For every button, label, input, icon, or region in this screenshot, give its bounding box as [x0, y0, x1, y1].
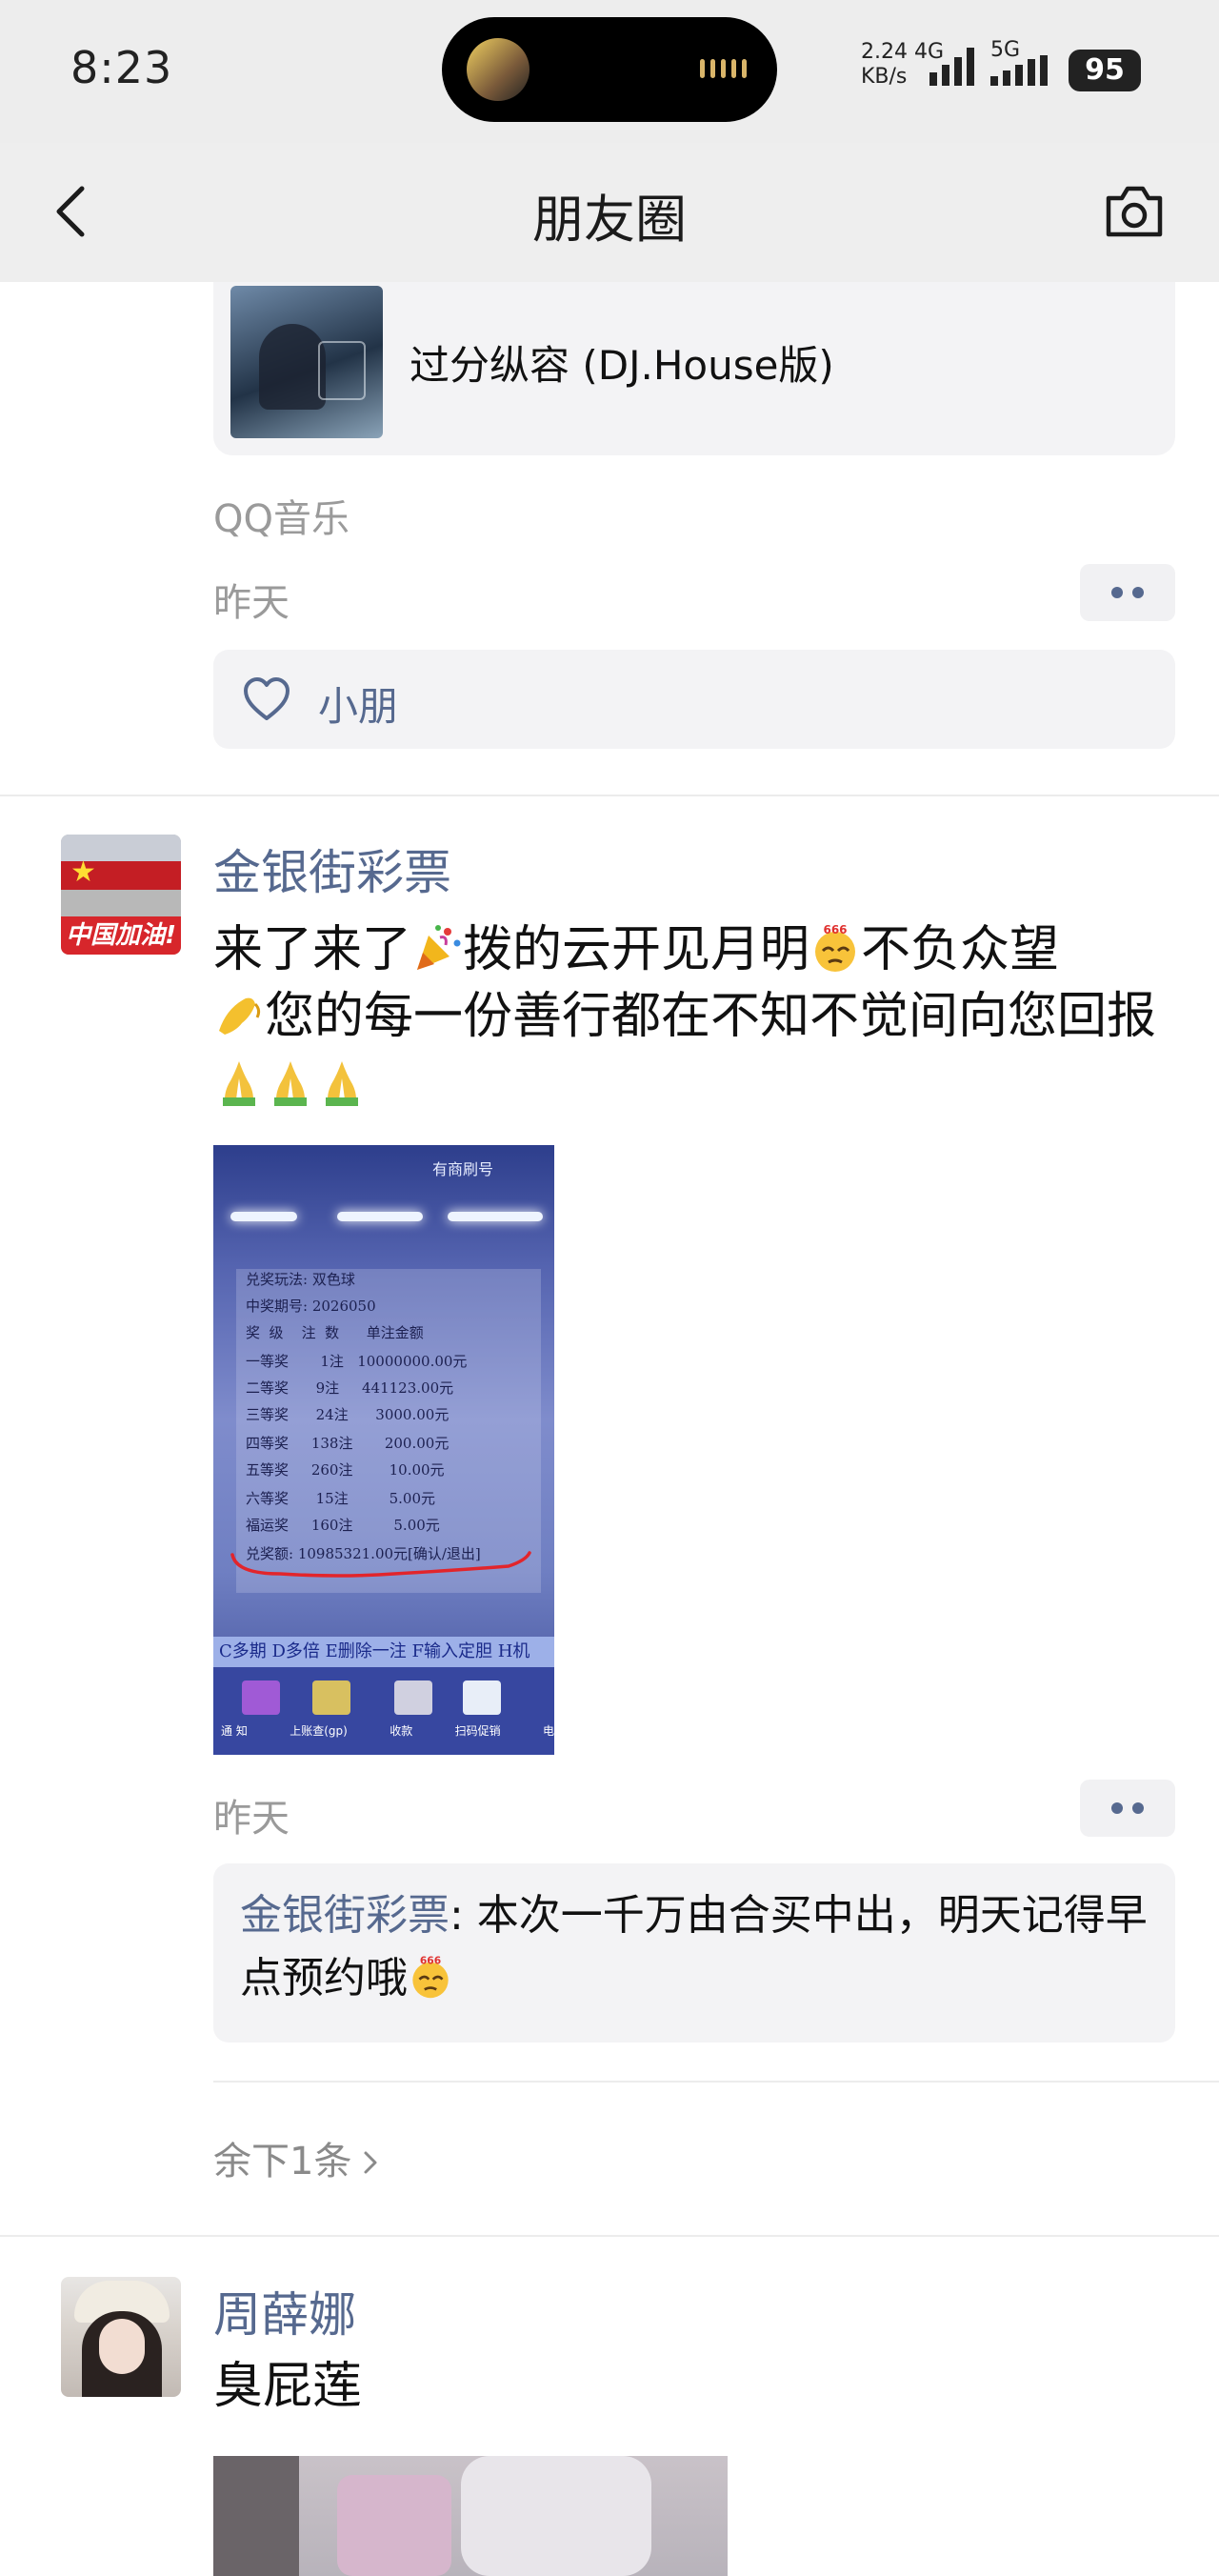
post-text-part1: 来了来了 — [213, 921, 412, 978]
comment-item[interactable]: 金银街彩票: 本次一千万由合买中出，明天记得早点预约哦 666 — [240, 1884, 1164, 2010]
music-title: 过分纵容 (DJ.House版) — [410, 342, 834, 389]
red-underline-mark — [230, 1551, 531, 1578]
prize-row: 一等奖 1注 10000000.00元 — [246, 1353, 468, 1370]
party-popper-emoji-icon — [417, 925, 461, 970]
svg-text:666: 666 — [420, 1955, 441, 1967]
dynamic-island[interactable] — [442, 17, 777, 122]
praying-hands-emoji-icon — [223, 1061, 255, 1106]
post-author-name[interactable]: 金银街彩票 — [213, 835, 451, 903]
post-author-name[interactable]: 周薛娜 — [213, 2277, 356, 2345]
photo-tile-label: 收款 — [390, 1724, 413, 1738]
nav-bar: 朋友圈 — [0, 143, 1219, 282]
post-photo[interactable]: 有商刷号 兑奖玩法: 双色球 中奖期号: 2026050 奖 级 注 数 单注金… — [213, 1145, 554, 1755]
prize-row: 三等奖 24注 3000.00元 — [246, 1406, 450, 1423]
comment-divider — [213, 2081, 1219, 2083]
prize-row: 六等奖 15注 5.00元 — [246, 1490, 436, 1507]
prize-table: 兑奖玩法: 双色球 中奖期号: 2026050 奖 级 注 数 单注金额 一等奖… — [236, 1269, 541, 1593]
camera-icon[interactable] — [1101, 181, 1168, 242]
photo-toolbar: 通 知 上账查(gp) 收款 扫码促销 电 — [213, 1667, 554, 1755]
photo-tile-label: 通 知 — [221, 1724, 248, 1738]
post-divider — [0, 2235, 1219, 2237]
praying-hands-emoji-icon — [274, 1061, 307, 1106]
svg-text:666: 666 — [824, 923, 848, 936]
post-photo[interactable] — [213, 2456, 728, 2576]
avatar[interactable]: ★ 中国加油! — [61, 835, 181, 955]
post-text-part3: 不负众望 — [861, 921, 1060, 978]
post-time: 昨天 — [213, 581, 290, 625]
more-actions-button[interactable] — [1080, 564, 1175, 621]
share-source-link[interactable]: QQ音乐 — [213, 488, 350, 543]
star-icon: ★ — [70, 855, 96, 889]
audio-wave-icon — [700, 59, 747, 78]
signal-bars-icon — [929, 42, 974, 86]
praying-hands-emoji-icon — [326, 1061, 358, 1106]
photo-header-text: 有商刷号 — [432, 1160, 494, 1178]
hand-emoji-icon — [219, 997, 261, 1035]
status-time: 8:23 — [70, 42, 173, 93]
prize-row: 二等奖 9注 441123.00元 — [246, 1379, 454, 1397]
music-share-card[interactable]: 过分纵容 (DJ.House版) — [213, 276, 1175, 455]
post-divider — [0, 795, 1219, 796]
prize-row: 兑奖玩法: 双色球 — [246, 1271, 355, 1288]
post-text-part2: 拨的云开见月明 — [463, 921, 810, 978]
chevron-right-icon — [364, 2151, 377, 2174]
post-text: 臭屁莲 — [213, 2358, 363, 2415]
666-emoji-icon: 666 — [815, 923, 856, 972]
comment-author[interactable]: 金银街彩票 — [240, 1891, 450, 1940]
prize-row: 福运奖 160注 5.00元 — [246, 1517, 440, 1534]
status-bar: 8:23 2.24 4G KB/s 5G 95 — [0, 0, 1219, 143]
likes-box: 小朋 — [213, 650, 1175, 749]
comment-box: 金银街彩票: 本次一千万由合买中出，明天记得早点预约哦 666 — [213, 1863, 1175, 2043]
avatar-banner-text: 中国加油! — [61, 916, 181, 955]
photo-bottom-bar-text: C多期 D多倍 E删除一注 F输入定胆 H机 — [213, 1637, 554, 1667]
heart-icon — [244, 677, 290, 720]
prize-row: 中奖期号: 2026050 — [246, 1298, 376, 1315]
like-user-name[interactable]: 小朋 — [318, 674, 398, 733]
post-text-part4: 您的每一份善行都在不知不觉间向您回报 — [265, 988, 1157, 1045]
music-cover-image — [230, 286, 383, 438]
prize-row: 五等奖 260注 10.00元 — [246, 1461, 445, 1479]
post-text: 来了来了 拨的云开见月明 666 不负众望 您的每一份善行都在不知不觉间向您回报 — [213, 916, 1166, 1117]
photo-tile-label: 扫码促销 — [454, 1724, 501, 1738]
photo-tile-label: 上账查(gp) — [290, 1724, 348, 1738]
signal-bars-5g-icon — [990, 55, 1048, 86]
page-title: 朋友圈 — [532, 190, 687, 250]
more-comments-label: 余下1条 — [213, 2140, 352, 2184]
prize-row: 四等奖 138注 200.00元 — [246, 1435, 450, 1452]
avatar[interactable] — [61, 2277, 181, 2397]
more-comments-link[interactable]: 余下1条 — [213, 2130, 380, 2185]
battery-indicator: 95 — [1069, 50, 1141, 91]
net-speed-unit: KB/s — [861, 65, 908, 89]
photo-tile-label: 电 — [542, 1724, 554, 1738]
more-actions-button[interactable] — [1080, 1780, 1175, 1837]
now-playing-thumbnail — [467, 38, 530, 101]
666-emoji-icon: 666 — [412, 1955, 449, 1999]
post-time: 昨天 — [213, 1797, 290, 1841]
net-speed-value: 2.24 — [861, 40, 908, 64]
prize-row: 奖 级 注 数 单注金额 — [246, 1324, 424, 1341]
